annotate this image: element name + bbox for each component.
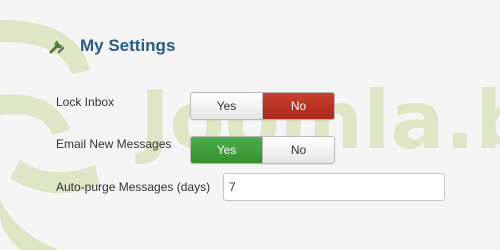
email-new-messages-yes-button[interactable]: Yes <box>191 137 262 163</box>
page-title: My Settings <box>80 36 176 55</box>
auto-purge-label: Auto-purge Messages (days) <box>56 180 211 194</box>
wrench-icon <box>48 37 66 55</box>
email-new-messages-row: Email New Messages <box>56 137 171 151</box>
lock-inbox-row: Lock Inbox <box>56 95 114 109</box>
email-new-messages-label: Email New Messages <box>56 137 172 151</box>
auto-purge-row: Auto-purge Messages (days) <box>56 180 210 194</box>
email-new-messages-toggle[interactable]: Yes No <box>190 136 335 164</box>
lock-inbox-label: Lock Inbox <box>56 95 115 109</box>
lock-inbox-no-button[interactable]: No <box>262 93 334 119</box>
email-new-messages-no-button[interactable]: No <box>262 137 334 163</box>
lock-inbox-yes-button[interactable]: Yes <box>191 93 262 119</box>
lock-inbox-toggle[interactable]: Yes No <box>190 92 335 120</box>
auto-purge-days-input[interactable]: 7 <box>223 173 445 201</box>
section-header: My Settings <box>48 36 175 56</box>
